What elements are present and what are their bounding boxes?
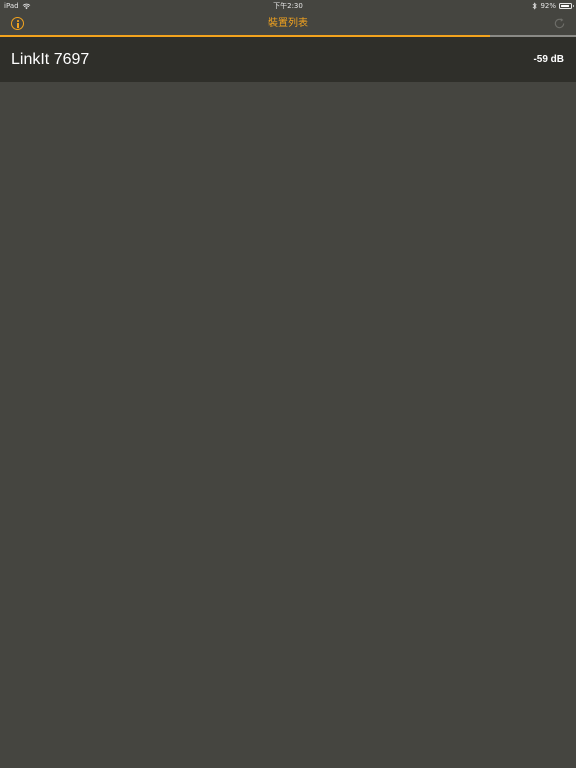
device-row[interactable]: LinkIt 7697 -59 dB [0,37,576,82]
device-rssi: -59 dB [533,54,564,65]
nav-bar: 裝置列表 [0,12,576,36]
battery-fill [561,5,570,7]
status-bar: iPad 下午2:30 92% [0,0,576,12]
battery-percent: 92% [540,2,556,10]
status-time: 下午2:30 [273,2,303,10]
device-name: LinkIt 7697 [11,51,90,68]
screen: iPad 下午2:30 92% 裝置列表 LinkIt 7697 -59 dB [0,0,576,768]
nav-title: 裝置列表 [268,18,308,29]
status-right: 92% [532,0,574,12]
device-list: LinkIt 7697 -59 dB [0,37,576,82]
refresh-icon[interactable] [553,17,566,30]
bluetooth-icon [533,2,538,10]
battery-icon [559,3,574,9]
